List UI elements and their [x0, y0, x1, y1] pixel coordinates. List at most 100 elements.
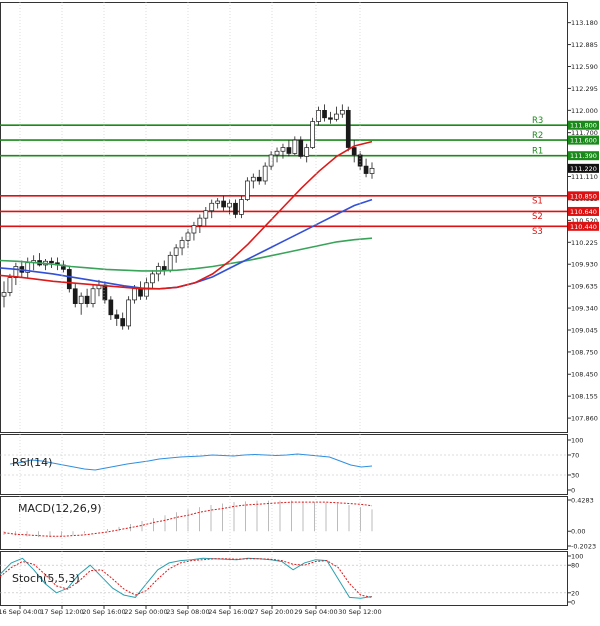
- candle-down: [120, 318, 126, 327]
- trading-chart: 113.180112.885112.590112.295112.000111.7…: [0, 2, 599, 616]
- x-tick-label: 20 Sep 16:00: [82, 608, 125, 616]
- candle-down: [102, 284, 108, 301]
- stoch-tick-label: 100: [571, 553, 583, 561]
- candle-up: [173, 247, 179, 256]
- candle-down: [49, 260, 54, 264]
- candle-up: [280, 147, 286, 152]
- level-price-label: 111.600: [570, 137, 597, 145]
- candle-down: [108, 299, 114, 316]
- candle-down: [138, 288, 143, 297]
- candle-up: [90, 288, 96, 304]
- candle-up: [310, 121, 315, 148]
- panel-frame: [0, 434, 568, 495]
- rsi-tick-label: 100: [571, 437, 583, 445]
- candle-down: [256, 176, 262, 182]
- level-price-label: 110.640: [570, 208, 597, 216]
- stoch-panel: 10080 20 0 Stoch(5,5,3): [0, 551, 583, 607]
- y-tick-label: 110.225: [571, 239, 598, 247]
- level-name-r1: R1: [532, 147, 543, 157]
- rsi-panel: 100 70 30 0 RSI(14): [0, 434, 583, 495]
- candle-up: [150, 273, 155, 284]
- panel-frame: [0, 551, 568, 606]
- macd-title: MACD(12,26,9): [18, 502, 102, 515]
- candle-up: [197, 217, 203, 226]
- y-tick-label: 113.180: [571, 19, 598, 27]
- macd-tick-label: 0.00: [571, 528, 585, 536]
- candle-up: [215, 200, 221, 204]
- level-name-s3: S3: [532, 227, 543, 237]
- level-price-label: 110.440: [570, 223, 597, 231]
- level-name-r3: R3: [532, 116, 543, 126]
- price-panel: 113.180112.885112.590112.295112.000111.7…: [0, 2, 599, 433]
- stoch-tick-label: 0: [571, 599, 575, 607]
- x-tick-label: 24 Sep 16:00: [208, 608, 251, 616]
- x-tick-label: 22 Sep 00:00: [124, 608, 167, 616]
- y-tick-label: 107.860: [571, 415, 598, 423]
- chart-stage: 113.180 112.885 112.590 112.295 112.000 111.7…: [0, 0, 600, 622]
- candle-up: [274, 150, 280, 156]
- candle-down: [286, 147, 292, 154]
- macd-tick-label: 0.4283: [571, 497, 594, 505]
- candle-up: [262, 165, 268, 182]
- candle-up: [203, 210, 209, 219]
- candle-up: [304, 147, 310, 157]
- macd-panel: 0.4283 0.00 -0.2023 MACD(12,26,9): [0, 496, 596, 551]
- x-tick-label: 29 Sep 04:00: [294, 608, 337, 616]
- candle-up: [179, 240, 185, 249]
- stoch-title: Stoch(5,5,3): [12, 572, 80, 585]
- y-tick-label: 109.635: [571, 283, 598, 291]
- candle-up: [78, 295, 84, 304]
- candle-up: [245, 180, 250, 200]
- stoch-tick-label: 80: [571, 562, 579, 570]
- candle-up: [132, 288, 137, 301]
- y-tick-label: 108.155: [571, 393, 598, 401]
- y-tick-label: 112.590: [571, 63, 598, 71]
- candle-up: [316, 110, 321, 122]
- candle-up: [209, 202, 215, 212]
- candle-down: [161, 266, 167, 271]
- candle-down: [72, 288, 78, 304]
- y-tick-label: 108.750: [571, 348, 598, 356]
- stoch-tick-label: 20: [571, 589, 579, 597]
- level-price-label: 111.390: [570, 152, 597, 160]
- x-tick-label: 16 Sep 04:00: [0, 608, 42, 616]
- rsi-title: RSI(14): [12, 456, 52, 469]
- candle-down: [114, 314, 120, 319]
- level-price-label: 110.850: [570, 192, 597, 200]
- candle-up: [369, 167, 375, 174]
- y-tick-label: 111.110: [571, 173, 598, 181]
- y-tick-label: 112.885: [571, 41, 598, 49]
- candle-down: [221, 200, 226, 208]
- candle-down: [351, 147, 357, 156]
- candle-down: [328, 117, 333, 120]
- candle-up: [239, 199, 244, 215]
- panel-frame: [0, 2, 568, 433]
- candle-down: [84, 295, 90, 304]
- y-tick-label: 108.450: [571, 371, 598, 379]
- candle-down: [298, 139, 304, 157]
- candle-up: [7, 277, 13, 293]
- candle-up: [250, 176, 256, 182]
- candle-up: [334, 113, 339, 120]
- candle-up: [339, 110, 345, 115]
- level-name-s1: S1: [532, 196, 543, 206]
- x-tick-label: 17 Sep 12:00: [40, 608, 83, 616]
- rsi-tick-label: 0: [571, 487, 575, 495]
- candle-down: [363, 165, 369, 174]
- y-tick-label: 109.045: [571, 327, 598, 335]
- level-name-r2: R2: [532, 131, 543, 141]
- y-tick-label: 109.340: [571, 305, 598, 313]
- current-price-label: 111.220: [570, 165, 597, 173]
- candle-down: [345, 110, 351, 148]
- macd-tick-label: -0.2023: [571, 543, 596, 551]
- candle-up: [292, 139, 298, 154]
- y-tick-label: 112.295: [571, 85, 598, 93]
- candle-up: [191, 225, 197, 234]
- candle-up: [167, 254, 173, 271]
- level-name-s2: S2: [532, 212, 543, 222]
- x-tick-label: 27 Sep 20:00: [250, 608, 293, 616]
- x-tick-label: 30 Sep 12:00: [338, 608, 381, 616]
- level-price-label: 111.800: [570, 122, 597, 130]
- rsi-tick-label: 70: [571, 452, 579, 460]
- candle-down: [322, 110, 327, 119]
